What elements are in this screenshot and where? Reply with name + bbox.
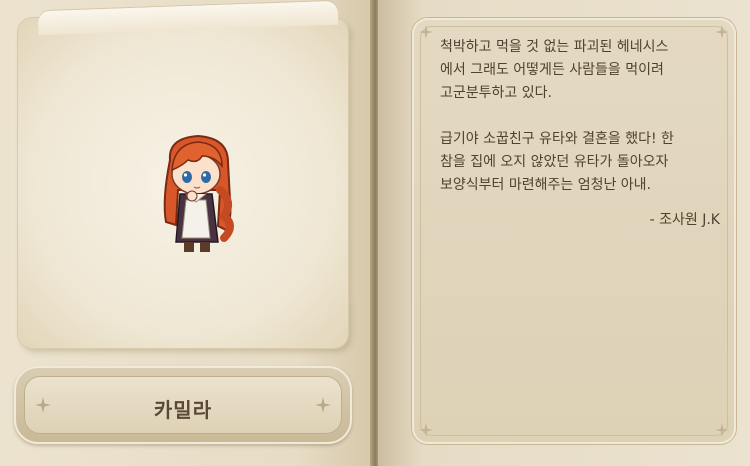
story-author: - 조사원 J.K (649, 212, 720, 228)
character-portrait (163, 134, 234, 252)
portrait-frame (18, 18, 348, 348)
left-page: 카밀라 (0, 0, 372, 466)
sparkle-icon (419, 423, 433, 437)
sparkle-icon (419, 25, 433, 39)
sparkle-icon (315, 397, 331, 413)
book: 카밀라 척박하고 먹을 것 없는 파괴된 헤네시스 에서 그래도 어떻게든 사람… (0, 0, 750, 466)
character-name: 카밀라 (153, 398, 213, 422)
story-paragraph: 급기야 소꿉친구 유타와 결혼을 했다! 한 참을 집에 오지 않았던 유타가 … (440, 131, 674, 193)
sparkle-icon (35, 397, 51, 413)
story-panel: 척박하고 먹을 것 없는 파괴된 헤네시스 에서 그래도 어떻게든 사람들을 먹… (412, 18, 736, 444)
name-plate-inner: 카밀라 (24, 376, 342, 434)
story-paragraph: 척박하고 먹을 것 없는 파괴된 헤네시스 에서 그래도 어떻게든 사람들을 먹… (440, 39, 669, 101)
name-plate: 카밀라 (14, 366, 352, 444)
story-text: 척박하고 먹을 것 없는 파괴된 헤네시스 에서 그래도 어떻게든 사람들을 먹… (440, 36, 720, 232)
sparkle-icon (715, 423, 729, 437)
